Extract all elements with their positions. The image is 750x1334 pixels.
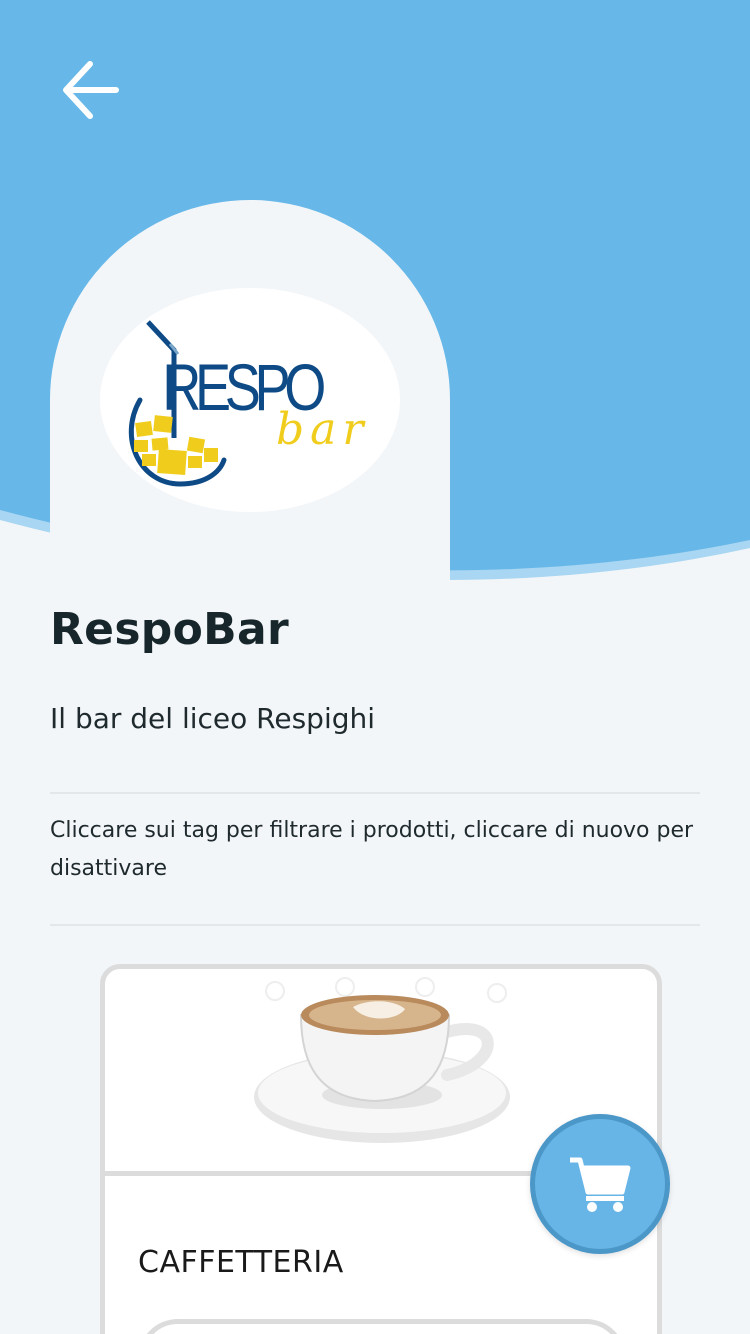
divider xyxy=(50,792,700,794)
arrow-left-icon xyxy=(63,61,119,119)
back-button[interactable] xyxy=(52,54,128,126)
cart-button[interactable] xyxy=(530,1114,670,1254)
store-name: RespoBar xyxy=(50,604,289,655)
store-logo: RESPO bar xyxy=(100,288,400,512)
filter-hint: Cliccare sui tag per filtrare i prodotti… xyxy=(50,818,694,881)
card-action-pill[interactable] xyxy=(138,1319,626,1334)
logo-text-sub: bar xyxy=(276,404,369,455)
respobar-logo-image: RESPO bar xyxy=(128,320,369,487)
store-description: Il bar del liceo Respighi xyxy=(50,702,376,735)
divider xyxy=(50,924,700,926)
cart-icon xyxy=(570,1157,631,1212)
store-screen: RESPO bar RespoBar Il bar del liceo Resp… xyxy=(0,0,750,1334)
category-title: CAFFETTERIA xyxy=(138,1245,344,1280)
